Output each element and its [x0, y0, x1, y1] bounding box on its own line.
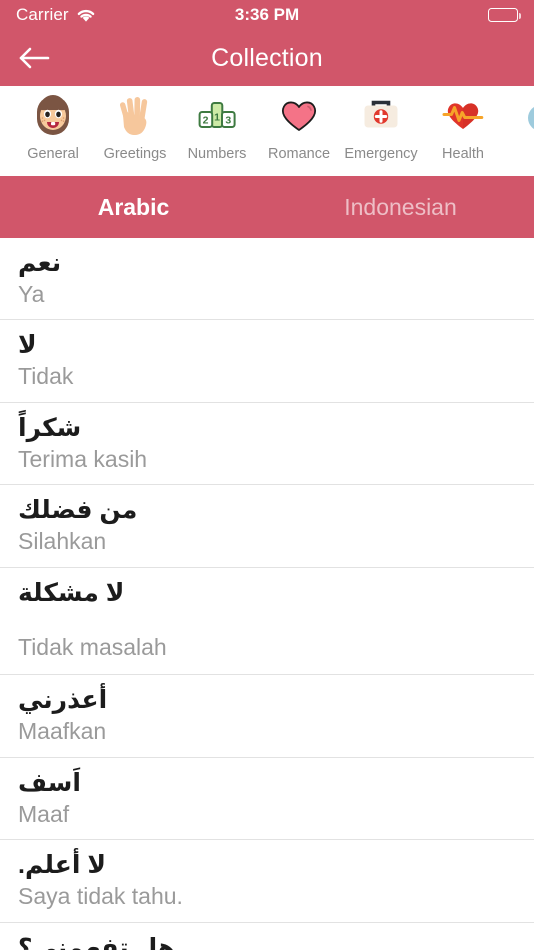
phrase-row[interactable]: نعم Ya	[0, 238, 534, 321]
phrase-list[interactable]: نعم Ya لا Tidak شكراً Terima kasih من فض…	[0, 238, 534, 950]
category-item-general[interactable]: General	[12, 86, 94, 162]
phrase-row[interactable]: أعذرني Maafkan	[0, 675, 534, 758]
category-item-emergency[interactable]: Emergency	[340, 86, 422, 162]
back-arrow-icon	[18, 45, 52, 71]
phrase-target-text: Saya tidak tahu.	[18, 883, 183, 910]
language-tab-bar: Arabic Indonesian	[0, 176, 534, 238]
page-title: Collection	[211, 43, 323, 72]
category-label: General	[27, 146, 79, 162]
category-item-weather[interactable]: We	[504, 86, 534, 162]
phrase-source-text: لا مشكلة	[18, 578, 125, 607]
svg-text:1: 1	[214, 111, 220, 123]
category-label: Greetings	[103, 146, 167, 162]
category-item-health[interactable]: Health	[422, 86, 504, 162]
category-label: Romance	[267, 146, 331, 162]
back-button[interactable]	[18, 37, 60, 79]
status-bar-left: Carrier	[16, 5, 96, 25]
app-root: Carrier 3:36 PM Collection General Greet…	[0, 0, 534, 950]
heartbeat-emoji-icon	[440, 92, 486, 138]
phrase-source-text: هل تفهمني؟	[18, 933, 176, 950]
phrase-row[interactable]: لا أعلم. Saya tidak tahu.	[0, 840, 534, 923]
phrase-row[interactable]: لا Tidak	[0, 320, 534, 403]
svg-text:2: 2	[203, 115, 209, 127]
phrase-target-text: Terima kasih	[18, 445, 148, 472]
child-face-emoji-icon	[30, 92, 76, 138]
phrase-target-text: Silahkan	[18, 528, 107, 555]
night-star-emoji-icon	[522, 92, 534, 138]
category-item-numbers[interactable]: 2 1 3 Numbers	[176, 86, 258, 162]
svg-text:3: 3	[225, 115, 231, 127]
category-item-romance[interactable]: Romance	[258, 86, 340, 162]
phrase-row[interactable]: هل تفهمني؟ Apakah Anda mengerti?	[0, 922, 534, 950]
phrase-target-text: Maaf	[18, 800, 70, 827]
phrase-target-text: Ya	[18, 281, 45, 307]
podium-123-emoji-icon: 2 1 3	[194, 92, 240, 138]
phrase-row[interactable]: اَسف Maaf	[0, 757, 534, 841]
language-tab-arabic[interactable]: Arabic	[0, 194, 267, 221]
phrase-source-text: شكراً	[18, 413, 82, 442]
phrase-source-text: أعذرني	[18, 686, 108, 715]
battery-full-icon	[488, 8, 522, 22]
raised-hand-emoji-icon	[112, 92, 158, 138]
category-item-greetings[interactable]: Greetings	[94, 86, 176, 162]
status-bar-right	[488, 8, 522, 22]
phrase-target-text: Tidak	[18, 363, 74, 390]
phrase-target-text: Maafkan	[18, 718, 107, 745]
wifi-icon	[76, 8, 96, 23]
carrier-label: Carrier	[16, 5, 69, 24]
category-strip[interactable]: General Greetings 2 1 3 Numbers Romance …	[0, 86, 534, 176]
category-label: Emergency	[344, 146, 418, 162]
status-bar: Carrier 3:36 PM	[0, 0, 534, 30]
language-tab-indonesian[interactable]: Indonesian	[267, 194, 534, 221]
nav-bar: Collection	[0, 30, 534, 86]
phrase-row[interactable]: من فضلك Silahkan	[0, 485, 534, 568]
phrase-target-text: Tidak masalah	[18, 633, 167, 660]
category-label: Numbers	[187, 146, 247, 162]
phrase-source-text: لا	[18, 331, 37, 360]
phrase-source-text: اَسف	[18, 768, 81, 797]
phrase-source-text: من فضلك	[18, 496, 138, 525]
phrase-source-text: لا أعلم.	[18, 851, 106, 880]
heart-emoji-icon	[276, 92, 322, 138]
first-aid-kit-emoji-icon	[358, 92, 404, 138]
phrase-source-text: نعم	[18, 249, 62, 277]
phrase-row[interactable]: لا مشكلة Tidak masalah	[0, 567, 534, 676]
category-label: Health	[442, 146, 484, 162]
phrase-row[interactable]: شكراً Terima kasih	[0, 402, 534, 486]
